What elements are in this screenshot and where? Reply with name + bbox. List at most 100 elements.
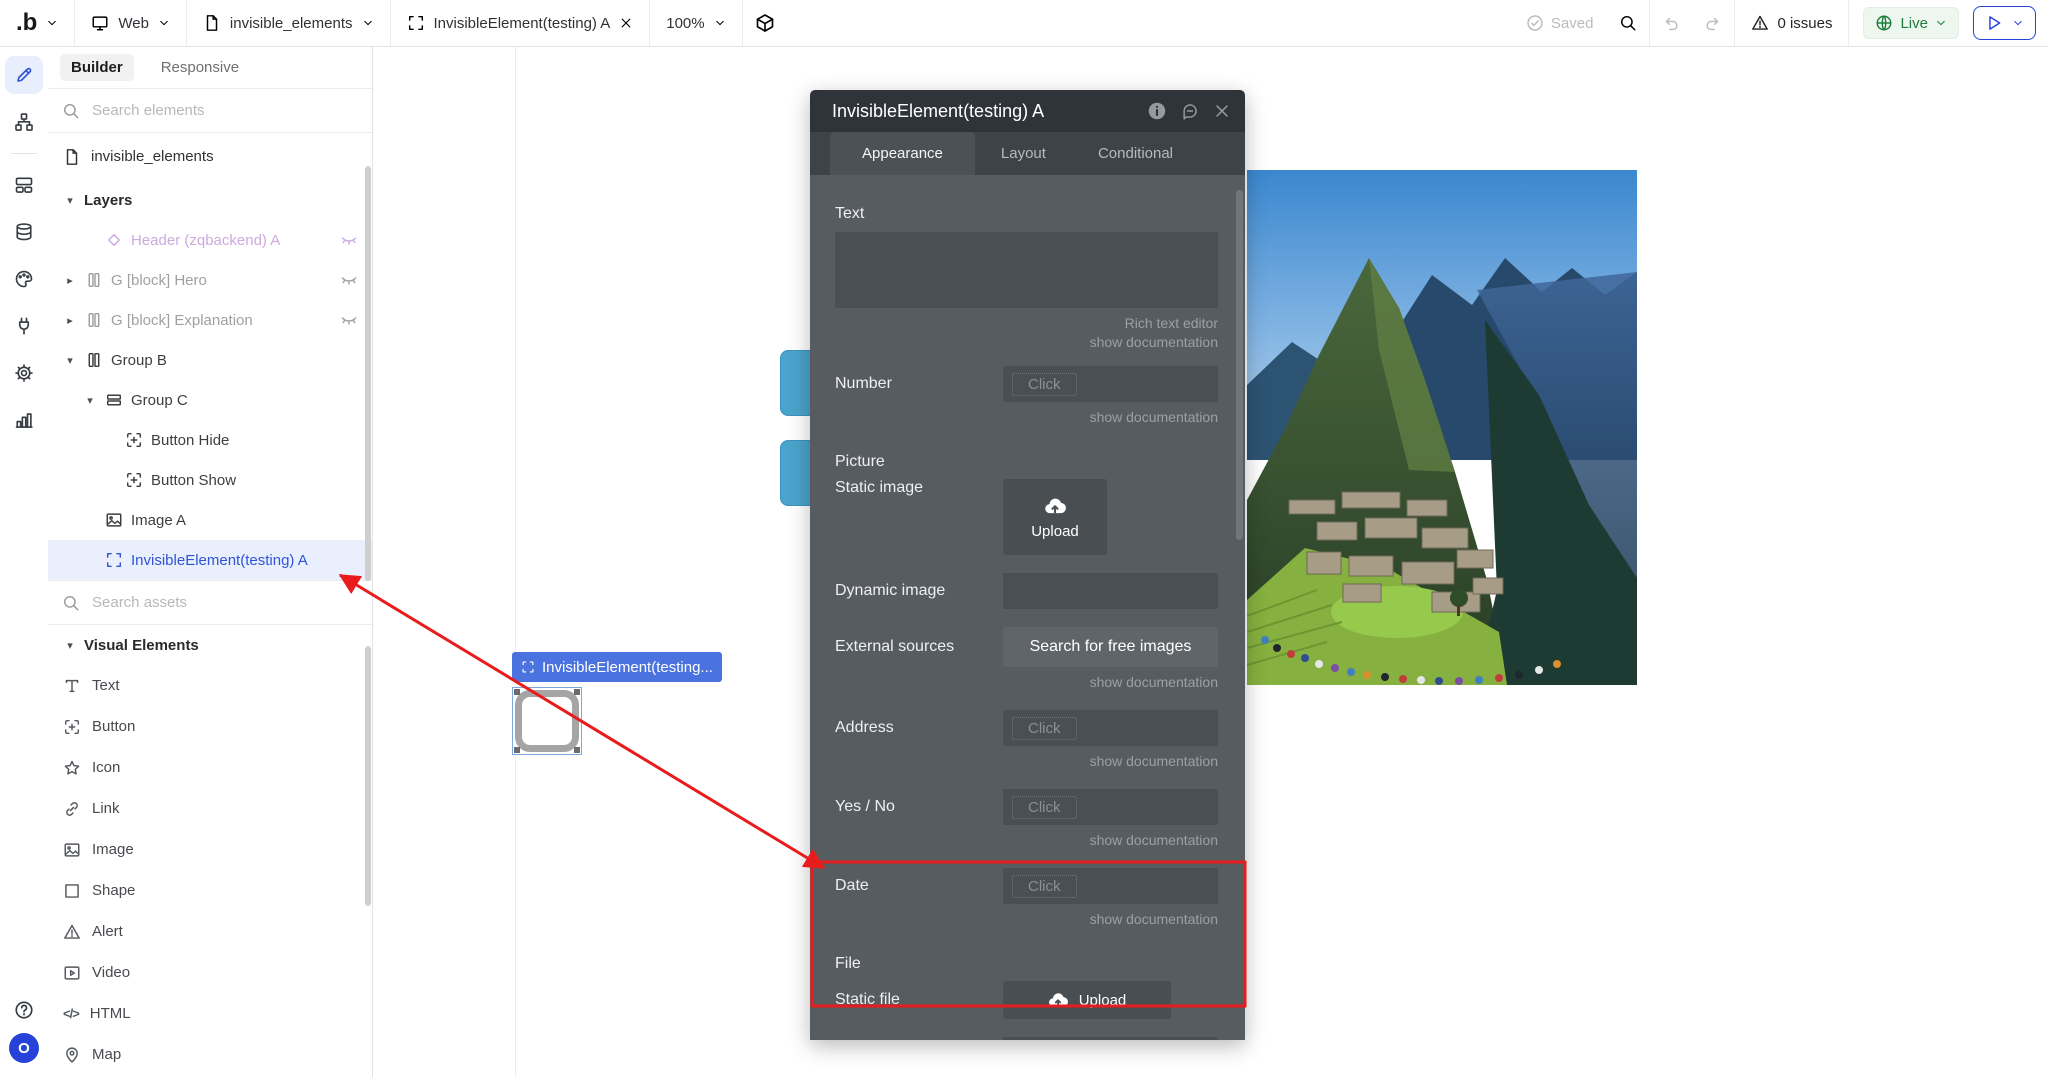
layers-list: Header (zqbackend) A ▸ G [block] Hero ▸ G [b…	[48, 220, 372, 580]
preview-3d-button[interactable]	[743, 0, 787, 46]
asset-item-label: Image	[92, 841, 134, 858]
rail-item-data[interactable]	[5, 213, 43, 251]
date-field[interactable]: Click	[1003, 868, 1218, 904]
chevron-right-icon[interactable]: ▸	[63, 314, 77, 327]
layer-item-group-b[interactable]: ▾ Group B	[48, 340, 372, 380]
show-documentation-link[interactable]: show documentation	[835, 673, 1218, 692]
rail-item-components[interactable]	[5, 166, 43, 204]
resize-handle[interactable]	[574, 747, 580, 753]
visibility-toggle[interactable]	[340, 311, 358, 329]
layer-item-button-hide[interactable]: Button Hide	[48, 420, 372, 460]
rail-divider	[11, 153, 37, 154]
field-links: show documentation	[835, 408, 1218, 427]
issues-button[interactable]: 0 issues	[1735, 14, 1848, 32]
asset-item-button[interactable]: Button	[48, 706, 372, 747]
rail-item-logs[interactable]	[5, 401, 43, 439]
number-field[interactable]: Click	[1003, 366, 1218, 402]
asset-item-link[interactable]: Link	[48, 788, 372, 829]
resize-handle[interactable]	[514, 689, 520, 695]
dynamic-image-field[interactable]	[1003, 573, 1218, 609]
dialog-tab-appearance[interactable]: Appearance	[830, 132, 975, 175]
rail-item-workflows[interactable]	[5, 103, 43, 141]
address-field[interactable]: Click	[1003, 710, 1218, 746]
chevron-down-icon[interactable]: ▾	[63, 354, 77, 367]
element-tab[interactable]: InvisibleElement(testing) A	[391, 0, 650, 46]
scrollbar-thumb[interactable]	[365, 646, 371, 906]
yes-no-field[interactable]: Click	[1003, 789, 1218, 825]
chevron-down-icon[interactable]: ▾	[83, 394, 97, 407]
preview-button[interactable]	[1973, 6, 2036, 40]
resize-handle[interactable]	[574, 689, 580, 695]
layer-item-header-zqbackend-a[interactable]: Header (zqbackend) A	[48, 220, 372, 260]
chevron-right-icon[interactable]: ▸	[63, 274, 77, 287]
rail-item-settings[interactable]	[5, 354, 43, 392]
page-name: invisible_elements	[229, 14, 353, 32]
rich-text-editor-link[interactable]: Rich text editor	[835, 314, 1218, 333]
show-documentation-link[interactable]: show documentation	[835, 333, 1218, 352]
layer-item-invisibleelement-testing-a[interactable]: InvisibleElement(testing) A	[48, 540, 372, 580]
database-icon	[16, 223, 32, 241]
dialog-titlebar[interactable]: InvisibleElement(testing) A	[810, 90, 1245, 132]
show-documentation-link[interactable]: show documentation	[835, 910, 1218, 929]
layer-item-g-block-hero[interactable]: ▸ G [block] Hero	[48, 260, 372, 300]
asset-item-video[interactable]: Video	[48, 952, 372, 993]
panel-tab-builder[interactable]: Builder	[60, 53, 134, 81]
text-field[interactable]	[835, 232, 1218, 308]
layers-header[interactable]: ▾ Layers	[48, 180, 372, 220]
asset-item-html[interactable]: </> HTML	[48, 993, 372, 1034]
zoom-level: 100%	[666, 14, 705, 32]
chevron-down-icon	[363, 20, 372, 26]
visual-elements-header[interactable]: ▾ Visual Elements	[48, 625, 372, 665]
visibility-toggle[interactable]	[340, 231, 358, 249]
asset-item-alert[interactable]: Alert	[48, 911, 372, 952]
redo-button[interactable]	[1692, 0, 1734, 46]
dialog-scrollbar-thumb[interactable]	[1236, 190, 1243, 540]
account-avatar[interactable]: O	[9, 1033, 39, 1063]
page-item[interactable]: invisible_elements	[48, 133, 372, 180]
asset-item-map[interactable]: Map	[48, 1034, 372, 1075]
logo-menu[interactable]: b	[0, 0, 74, 46]
rail-item-design[interactable]	[5, 56, 43, 94]
resize-handle[interactable]	[514, 747, 520, 753]
dialog-body: Text Rich text editor show documentation Nu…	[810, 175, 1245, 1040]
search-button[interactable]	[1607, 0, 1649, 46]
selected-element-badge[interactable]: InvisibleElement(testing...	[512, 652, 722, 682]
show-documentation-link[interactable]: show documentation	[835, 408, 1218, 427]
visibility-toggle[interactable]	[340, 271, 358, 289]
show-documentation-link[interactable]: show documentation	[835, 831, 1218, 850]
asset-item-text[interactable]: Text	[48, 665, 372, 706]
scrollbar-thumb[interactable]	[365, 166, 371, 581]
static-image-upload-button[interactable]: Upload	[1003, 479, 1107, 555]
layer-item-g-block-explanation[interactable]: ▸ G [block] Explanation	[48, 300, 372, 340]
platform-dropdown[interactable]: Web	[75, 0, 186, 46]
rail-item-plugins[interactable]	[5, 307, 43, 345]
search-for-free-images-button[interactable]: Search for free images	[1003, 627, 1218, 667]
show-documentation-link[interactable]: show documentation	[835, 752, 1218, 771]
undo-button[interactable]	[1650, 0, 1692, 46]
help-button[interactable]	[14, 1000, 34, 1020]
dialog-tab-conditional[interactable]: Conditional	[1072, 132, 1199, 175]
static-file-upload-button[interactable]: Upload	[1003, 981, 1171, 1019]
layer-item-button-show[interactable]: Button Show	[48, 460, 372, 500]
comment-icon	[1183, 104, 1197, 120]
palette-icon	[15, 270, 33, 288]
map-icon	[66, 1046, 78, 1063]
panel-tab-responsive[interactable]: Responsive	[150, 54, 250, 81]
layer-item-image-a[interactable]: Image A	[48, 500, 372, 540]
asset-item-image[interactable]: Image	[48, 829, 372, 870]
search-elements-input[interactable]	[90, 101, 358, 120]
page-dropdown[interactable]: invisible_elements	[187, 0, 390, 46]
environment-dropdown[interactable]: Live	[1863, 7, 1959, 39]
layer-item-group-c[interactable]: ▾ Group C	[48, 380, 372, 420]
asset-item-icon[interactable]: Icon	[48, 747, 372, 788]
asset-item-label: Shape	[92, 882, 136, 899]
search-assets-input[interactable]	[90, 593, 358, 612]
dialog-tab-layout[interactable]: Layout	[975, 132, 1072, 175]
field-row-dynamic-link: Dynamic link	[835, 1037, 1218, 1040]
dynamic-link-field[interactable]	[1003, 1037, 1218, 1040]
asset-item-shape[interactable]: Shape	[48, 870, 372, 911]
invisible-element-on-canvas[interactable]	[512, 687, 582, 755]
zoom-dropdown[interactable]: 100%	[650, 0, 741, 46]
image-icon	[64, 842, 80, 857]
rail-item-styles[interactable]	[5, 260, 43, 298]
